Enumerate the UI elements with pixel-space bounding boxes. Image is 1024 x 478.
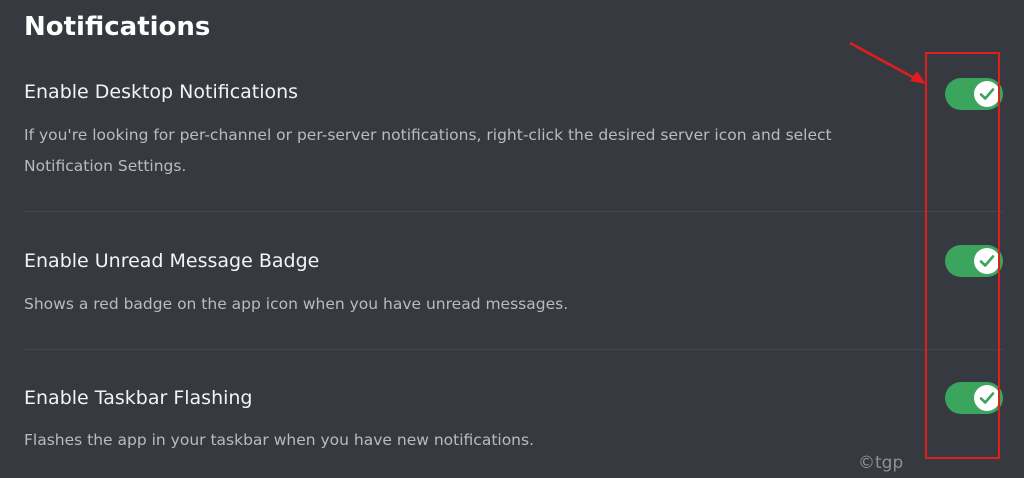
setting-divider <box>24 349 1004 350</box>
taskbar-flashing-label: Enable Taskbar Flashing <box>24 387 253 409</box>
checkmark-icon <box>979 255 995 267</box>
desktop-notifications-description: If you're looking for per-channel or per… <box>24 126 832 175</box>
unread-badge-label: Enable Unread Message Badge <box>24 250 320 272</box>
toggle-knob <box>974 248 1000 274</box>
checkmark-icon <box>979 88 995 100</box>
notification-settings-page: Notifications Enable Desktop Notificatio… <box>0 0 1024 478</box>
toggle-knob <box>974 385 1000 411</box>
toggle-knob <box>974 81 1000 107</box>
desktop-notifications-label: Enable Desktop Notifications <box>24 81 299 103</box>
unread-badge-toggle[interactable] <box>945 245 1003 277</box>
annotation-arrow-icon <box>849 41 926 84</box>
unread-badge-description: Shows a red badge on the app icon when y… <box>24 295 569 313</box>
setting-divider <box>24 211 1004 212</box>
desktop-notifications-toggle[interactable] <box>945 78 1003 110</box>
watermark: ©tgp <box>858 453 904 473</box>
taskbar-flashing-description: Flashes the app in your taskbar when you… <box>24 431 535 449</box>
taskbar-flashing-toggle[interactable] <box>945 382 1003 414</box>
page-title: Notifications <box>24 12 211 42</box>
checkmark-icon <box>979 392 995 404</box>
